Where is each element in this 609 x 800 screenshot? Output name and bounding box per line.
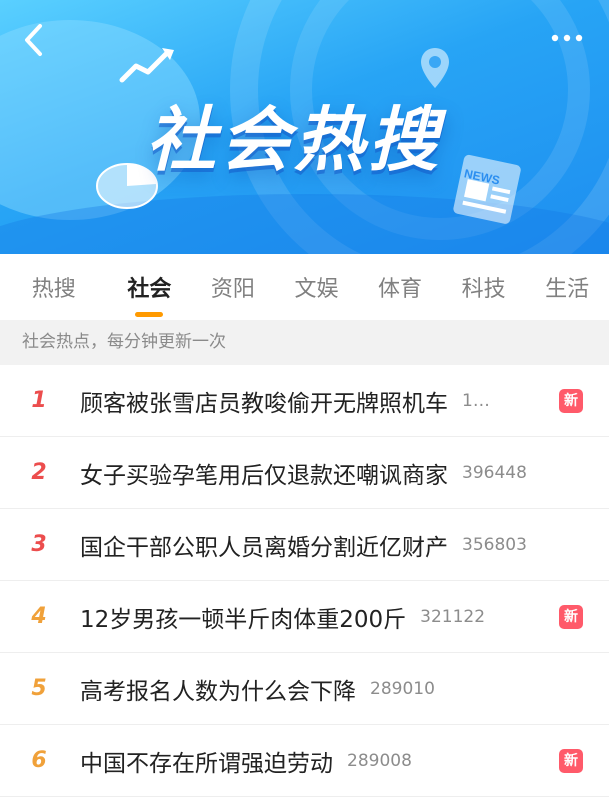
heat-count: 356803 [462,534,527,555]
more-dots-icon [551,34,583,42]
tab-hot[interactable]: 热搜 [0,271,108,303]
list-item[interactable]: 6 中国不存在所谓强迫劳动 289008 新 [0,725,609,797]
new-badge: 新 [559,748,583,773]
list-item[interactable]: 3 国企干部公职人员离婚分割近亿财产 356803 [0,509,609,581]
tab-tech[interactable]: 科技 [442,271,526,303]
heat-count: 1… [462,390,490,411]
category-tabs: 热搜 社会 资阳 文娱 体育 科技 生活 [0,254,609,320]
list-item[interactable]: 4 12岁男孩一顿半斤肉体重200斤 321122 新 [0,581,609,653]
rank-number: 2 [31,460,47,485]
update-notice: 社会热点，每分钟更新一次 [0,320,609,365]
item-title: 国企干部公职人员离婚分割近亿财产 [80,534,448,561]
hero-banner: NEWS 社会热搜 [0,0,609,254]
item-title: 顾客被张雪店员教唆偷开无牌照机车 [80,390,448,417]
heat-count: 289008 [347,750,412,771]
item-title: 女子买验孕笔用后仅退款还嘲讽商家 [80,462,448,489]
new-badge: 新 [559,388,583,413]
page-title: 社会热搜 [146,99,442,181]
rank-number: 6 [31,748,47,773]
rank-number: 5 [31,676,47,701]
tab-ziyang[interactable]: 资阳 [191,271,275,303]
item-title: 高考报名人数为什么会下降 [80,678,356,705]
list-item[interactable]: 2 女子买验孕笔用后仅退款还嘲讽商家 396448 [0,437,609,509]
item-title: 中国不存在所谓强迫劳动 [80,750,333,777]
list-item[interactable]: 1 顾客被张雪店员教唆偷开无牌照机车 1… 新 [0,365,609,437]
rank-number: 1 [31,388,47,413]
more-button[interactable] [547,26,587,50]
tab-society[interactable]: 社会 [108,271,192,317]
new-badge: 新 [559,604,583,629]
back-button[interactable] [18,20,52,60]
tab-sports[interactable]: 体育 [358,271,442,303]
rank-number: 4 [31,604,47,629]
heat-count: 321122 [420,606,486,627]
chevron-left-icon [25,24,42,56]
newspaper-icon: NEWS [450,150,530,234]
trend-chart-icon [119,48,174,83]
rank-number: 3 [31,532,47,557]
heat-count: 396448 [462,462,527,483]
list-item[interactable]: 5 高考报名人数为什么会下降 289010 [0,653,609,725]
hot-search-list: 1 顾客被张雪店员教唆偷开无牌照机车 1… 新 2 女子买验孕笔用后仅退款还嘲讽… [0,365,609,797]
item-title: 12岁男孩一顿半斤肉体重200斤 [80,606,407,633]
heat-count: 289010 [370,678,435,699]
tab-life[interactable]: 生活 [525,271,609,303]
tab-entertainment[interactable]: 文娱 [275,271,359,303]
